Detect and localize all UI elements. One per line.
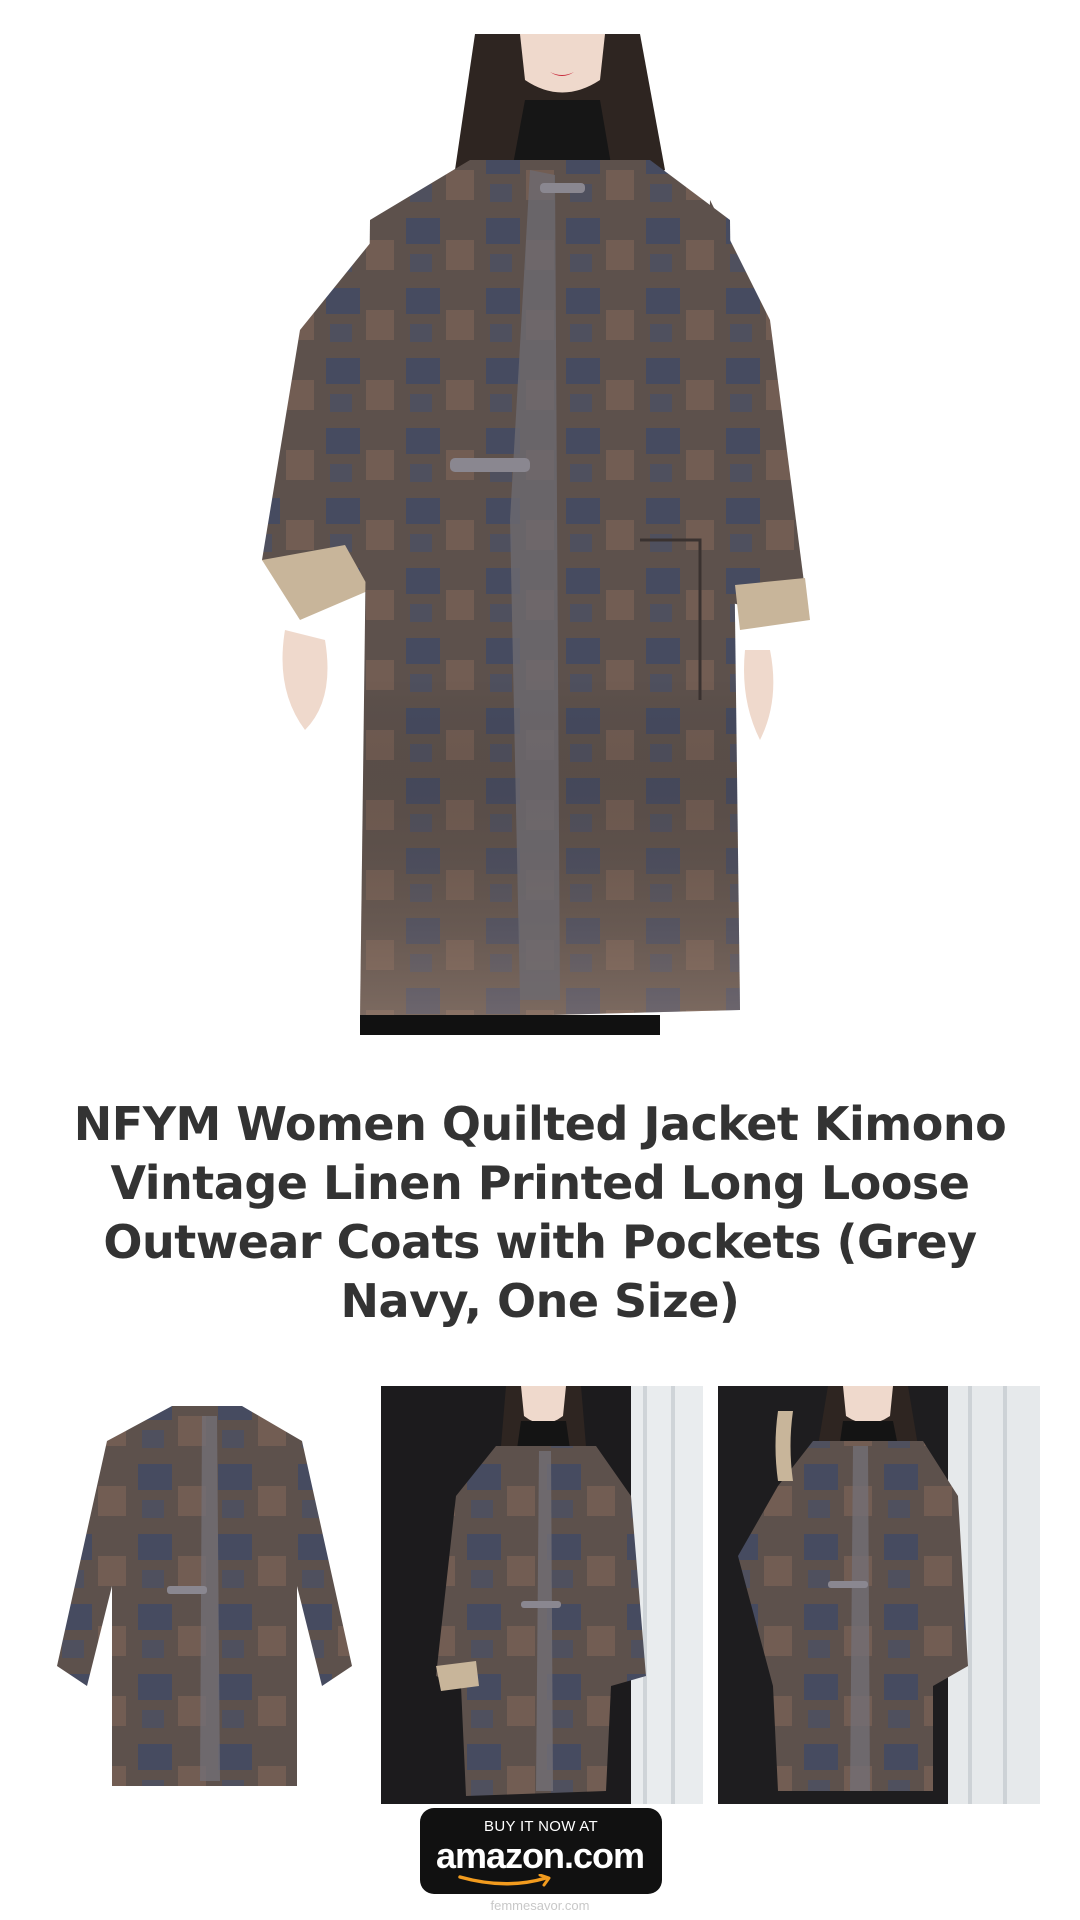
coat-flat-icon (52, 1386, 362, 1804)
thumbnail-flat-lay[interactable] (52, 1386, 362, 1804)
amazon-logo-text: amazon.com (436, 1835, 645, 1876)
hero-product-image[interactable] (0, 0, 1080, 1060)
buy-it-now-label: BUY IT NOW AT (484, 1818, 598, 1835)
coat-illustration (262, 34, 810, 1035)
thumbnail-model-side[interactable] (381, 1386, 703, 1804)
buy-on-amazon-button[interactable]: BUY IT NOW AT amazon.com (420, 1808, 662, 1894)
amazon-smile-icon (458, 1874, 551, 1887)
product-title: NFYM Women Quilted Jacket Kimono Vintage… (73, 1097, 1007, 1328)
site-watermark: femmesavor.com (490, 1898, 590, 1913)
coat-model-pocket-icon (718, 1386, 1040, 1804)
coat-model-side-icon (381, 1386, 703, 1804)
thumbnail-model-pocket[interactable] (718, 1386, 1040, 1804)
